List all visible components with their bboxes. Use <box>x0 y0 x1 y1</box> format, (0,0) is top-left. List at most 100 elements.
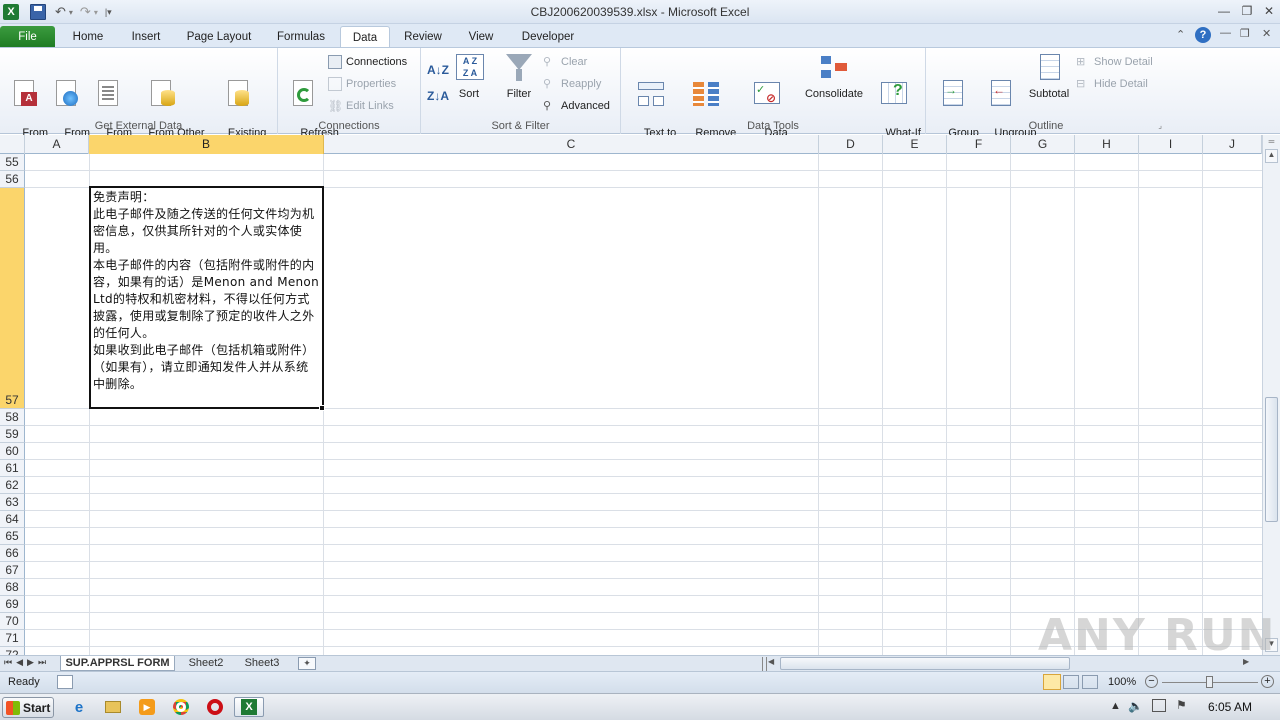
column-header-h[interactable]: H <box>1075 135 1139 154</box>
network-icon[interactable] <box>1152 699 1166 712</box>
row-header-67[interactable]: 67 <box>0 562 25 579</box>
row-header-59[interactable]: 59 <box>0 426 25 443</box>
reapply-button[interactable]: ⚲ Reapply <box>543 74 601 94</box>
sort-button[interactable]: A ZZ A Sort <box>451 52 487 101</box>
row-header-72[interactable]: 72 <box>0 647 25 655</box>
row-header-68[interactable]: 68 <box>0 579 25 596</box>
row-header-57[interactable]: 57 <box>0 188 25 409</box>
file-explorer-icon[interactable] <box>102 697 124 717</box>
sheet-tab-sup-apprsl-form[interactable]: SUP.APPRSL FORM <box>60 656 175 671</box>
clear-button[interactable]: ⚲ Clear <box>543 52 587 72</box>
restore-icon[interactable]: ❐ <box>1236 2 1258 20</box>
minimize-icon[interactable]: — <box>1213 2 1235 20</box>
clock[interactable]: 6:05 AM <box>1208 700 1252 714</box>
tab-file[interactable]: File <box>0 26 55 48</box>
cell-b57-active[interactable]: 免责声明： 此电子邮件及随之传送的任何文件均为机密信息，仅供其所针对的个人或实体… <box>89 186 324 409</box>
vertical-scroll-thumb[interactable] <box>1265 397 1278 522</box>
column-header-e[interactable]: E <box>883 135 947 154</box>
filter-button[interactable]: Filter <box>499 52 539 101</box>
help-icon[interactable]: ? <box>1195 27 1211 43</box>
doc-minimize-icon[interactable]: — <box>1220 27 1231 39</box>
volume-icon[interactable]: 🔈 <box>1128 699 1143 713</box>
sort-a-to-z-button[interactable]: A↓Z <box>427 60 449 80</box>
tab-split-handle[interactable] <box>762 657 767 671</box>
sheet-nav-arrows-icon[interactable]: ⏮◀▶⏭ <box>4 657 50 668</box>
page-break-view-icon[interactable] <box>1082 675 1098 689</box>
media-player-icon[interactable]: ▶ <box>136 697 158 717</box>
tab-data[interactable]: Data <box>340 26 390 48</box>
advanced-filter-button[interactable]: ⚲ Advanced <box>543 96 610 116</box>
sort-z-to-a-button[interactable]: Z↓A <box>427 86 449 106</box>
split-box-icon[interactable]: ═ <box>1265 137 1278 147</box>
row-header-71[interactable]: 71 <box>0 630 25 647</box>
doc-restore-icon[interactable]: ❐ <box>1240 27 1250 40</box>
sheet-tab-sheet2[interactable]: Sheet2 <box>182 656 230 671</box>
insert-sheet-icon[interactable]: ✦ <box>298 657 316 670</box>
row-header-58[interactable]: 58 <box>0 409 25 426</box>
zoom-in-icon[interactable]: + <box>1261 675 1274 688</box>
connections-button[interactable]: Connections <box>328 52 407 72</box>
column-header-i[interactable]: I <box>1139 135 1203 154</box>
close-icon[interactable]: ✕ <box>1258 2 1280 20</box>
start-button[interactable]: Start <box>2 697 54 718</box>
tab-formulas[interactable]: Formulas <box>267 26 335 48</box>
sort-dialog-icon: A ZZ A <box>454 52 484 84</box>
doc-close-icon[interactable]: ✕ <box>1262 27 1271 40</box>
tab-developer[interactable]: Developer <box>513 26 583 48</box>
macro-record-icon[interactable] <box>57 675 73 689</box>
row-header-61[interactable]: 61 <box>0 460 25 477</box>
worksheet-grid[interactable]: 55 56 57 58 59 60 61 62 63 64 65 66 67 6… <box>0 154 1262 655</box>
hide-detail-button[interactable]: ⊟ Hide Detail <box>1076 74 1148 94</box>
tab-home[interactable]: Home <box>62 26 114 48</box>
zoom-out-icon[interactable]: − <box>1145 675 1158 688</box>
tray-arrow-icon[interactable]: ▲ <box>1110 700 1121 712</box>
column-header-c[interactable]: C <box>324 135 819 154</box>
gridline <box>1138 154 1139 655</box>
normal-view-icon[interactable] <box>1043 674 1061 690</box>
select-all-corner[interactable] <box>0 135 25 154</box>
tab-review[interactable]: Review <box>397 26 449 48</box>
row-header-65[interactable]: 65 <box>0 528 25 545</box>
column-header-g[interactable]: G <box>1011 135 1075 154</box>
edit-links-button[interactable]: ⛓ Edit Links <box>328 96 394 116</box>
row-header-60[interactable]: 60 <box>0 443 25 460</box>
fill-handle[interactable] <box>319 405 325 411</box>
outline-dialog-launcher-icon[interactable]: ⌟ <box>1158 121 1162 130</box>
consolidate-button[interactable]: Consolidate <box>799 52 869 101</box>
action-center-flag-icon[interactable]: ⚑ <box>1176 698 1187 712</box>
sheet-tab-sheet3[interactable]: Sheet3 <box>238 656 286 671</box>
zoom-level[interactable]: 100% <box>1108 676 1136 688</box>
row-header-62[interactable]: 62 <box>0 477 25 494</box>
row-header-63[interactable]: 63 <box>0 494 25 511</box>
vertical-scrollbar[interactable]: ═ ▲ ▼ <box>1262 135 1280 655</box>
sort-za-icon: Z↓A <box>427 89 449 103</box>
scroll-left-icon[interactable]: ◀ <box>768 657 778 670</box>
opera-icon[interactable] <box>204 697 226 717</box>
zoom-slider-thumb[interactable] <box>1206 676 1213 688</box>
column-header-j[interactable]: J <box>1203 135 1262 154</box>
show-detail-button[interactable]: ⊞ Show Detail <box>1076 52 1153 72</box>
scroll-up-icon[interactable]: ▲ <box>1265 149 1278 163</box>
page-layout-view-icon[interactable] <box>1063 675 1079 689</box>
column-header-f[interactable]: F <box>947 135 1011 154</box>
hide-detail-icon: ⊟ <box>1076 78 1086 90</box>
properties-button[interactable]: Properties <box>328 74 396 94</box>
column-header-a[interactable]: A <box>25 135 89 154</box>
row-header-64[interactable]: 64 <box>0 511 25 528</box>
subtotal-button[interactable]: Subtotal <box>1026 52 1072 101</box>
excel-taskbar-icon[interactable]: X <box>234 697 264 717</box>
tab-view[interactable]: View <box>456 26 506 48</box>
row-header-56[interactable]: 56 <box>0 171 25 188</box>
chrome-icon[interactable] <box>170 697 192 717</box>
internet-explorer-icon[interactable]: e <box>68 697 90 717</box>
row-header-55[interactable]: 55 <box>0 154 25 171</box>
column-header-b[interactable]: B <box>89 135 324 154</box>
tab-insert[interactable]: Insert <box>120 26 172 48</box>
horizontal-scroll-thumb[interactable] <box>780 657 1070 670</box>
row-header-70[interactable]: 70 <box>0 613 25 630</box>
row-header-66[interactable]: 66 <box>0 545 25 562</box>
minimize-ribbon-icon[interactable]: ⌃ <box>1176 28 1185 41</box>
row-header-69[interactable]: 69 <box>0 596 25 613</box>
tab-page-layout[interactable]: Page Layout <box>180 26 258 48</box>
column-header-d[interactable]: D <box>819 135 883 154</box>
